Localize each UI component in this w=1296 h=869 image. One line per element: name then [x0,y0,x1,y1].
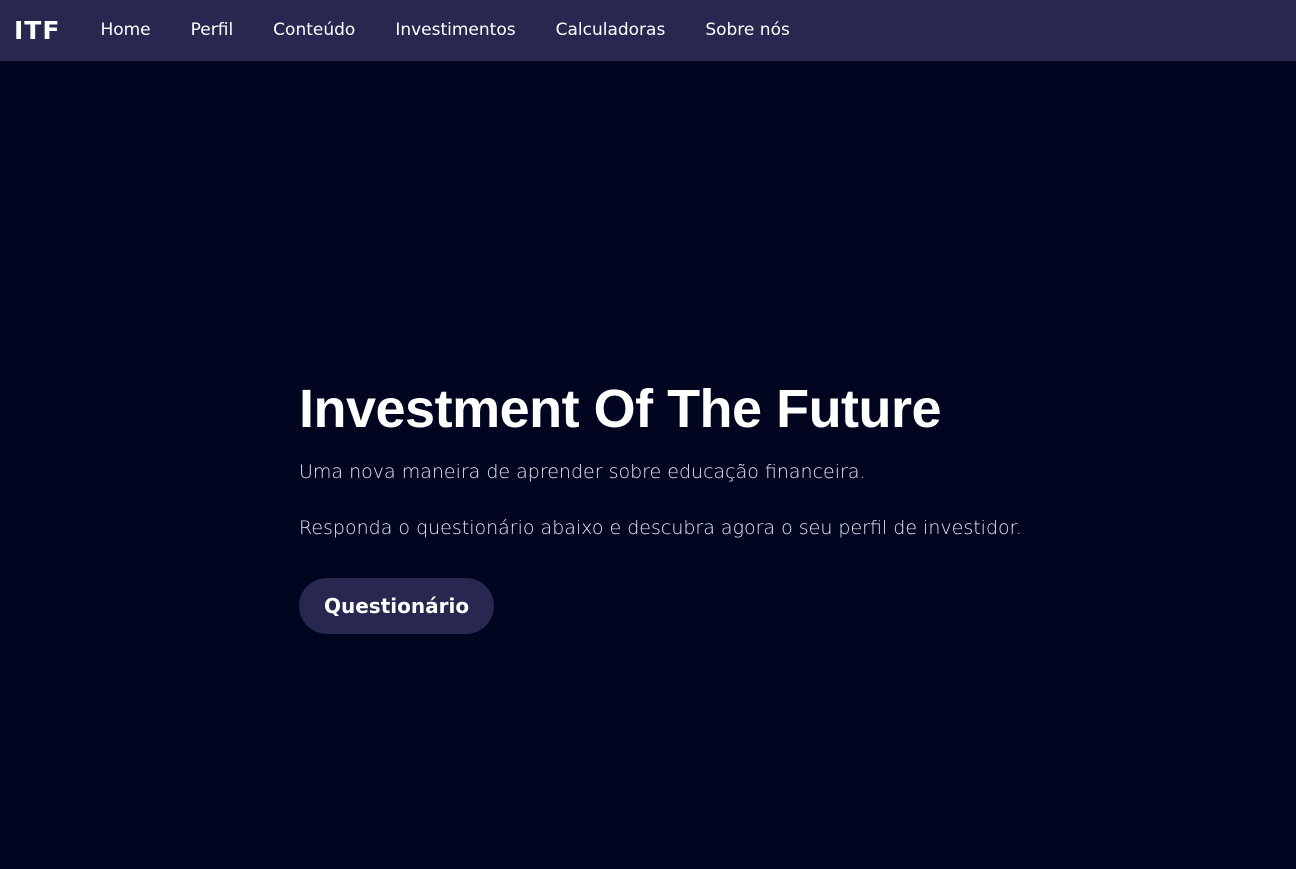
nav-links: Home Perfil Conteúdo Investimentos Calcu… [80,22,809,39]
hero-section: Investment Of The Future Uma nova maneir… [299,378,1199,634]
questionnaire-button[interactable]: Questionário [299,578,495,634]
nav-link-conteudo[interactable]: Conteúdo [253,22,375,39]
hero-title: Investment Of The Future [299,379,942,439]
nav-link-home[interactable]: Home [80,22,170,39]
top-navbar: ITF Home Perfil Conteúdo Investimentos C… [0,0,1296,61]
nav-link-calculadoras[interactable]: Calculadoras [536,22,686,39]
hero-description: Responda o questionário abaixo e descubr… [299,517,1022,539]
nav-link-investimentos[interactable]: Investimentos [375,22,535,39]
brand-logo[interactable]: ITF [14,18,60,43]
hero-subtitle: Uma nova maneira de aprender sobre educa… [299,461,866,483]
nav-link-sobre-nos[interactable]: Sobre nós [685,22,810,39]
nav-link-perfil[interactable]: Perfil [171,22,254,39]
